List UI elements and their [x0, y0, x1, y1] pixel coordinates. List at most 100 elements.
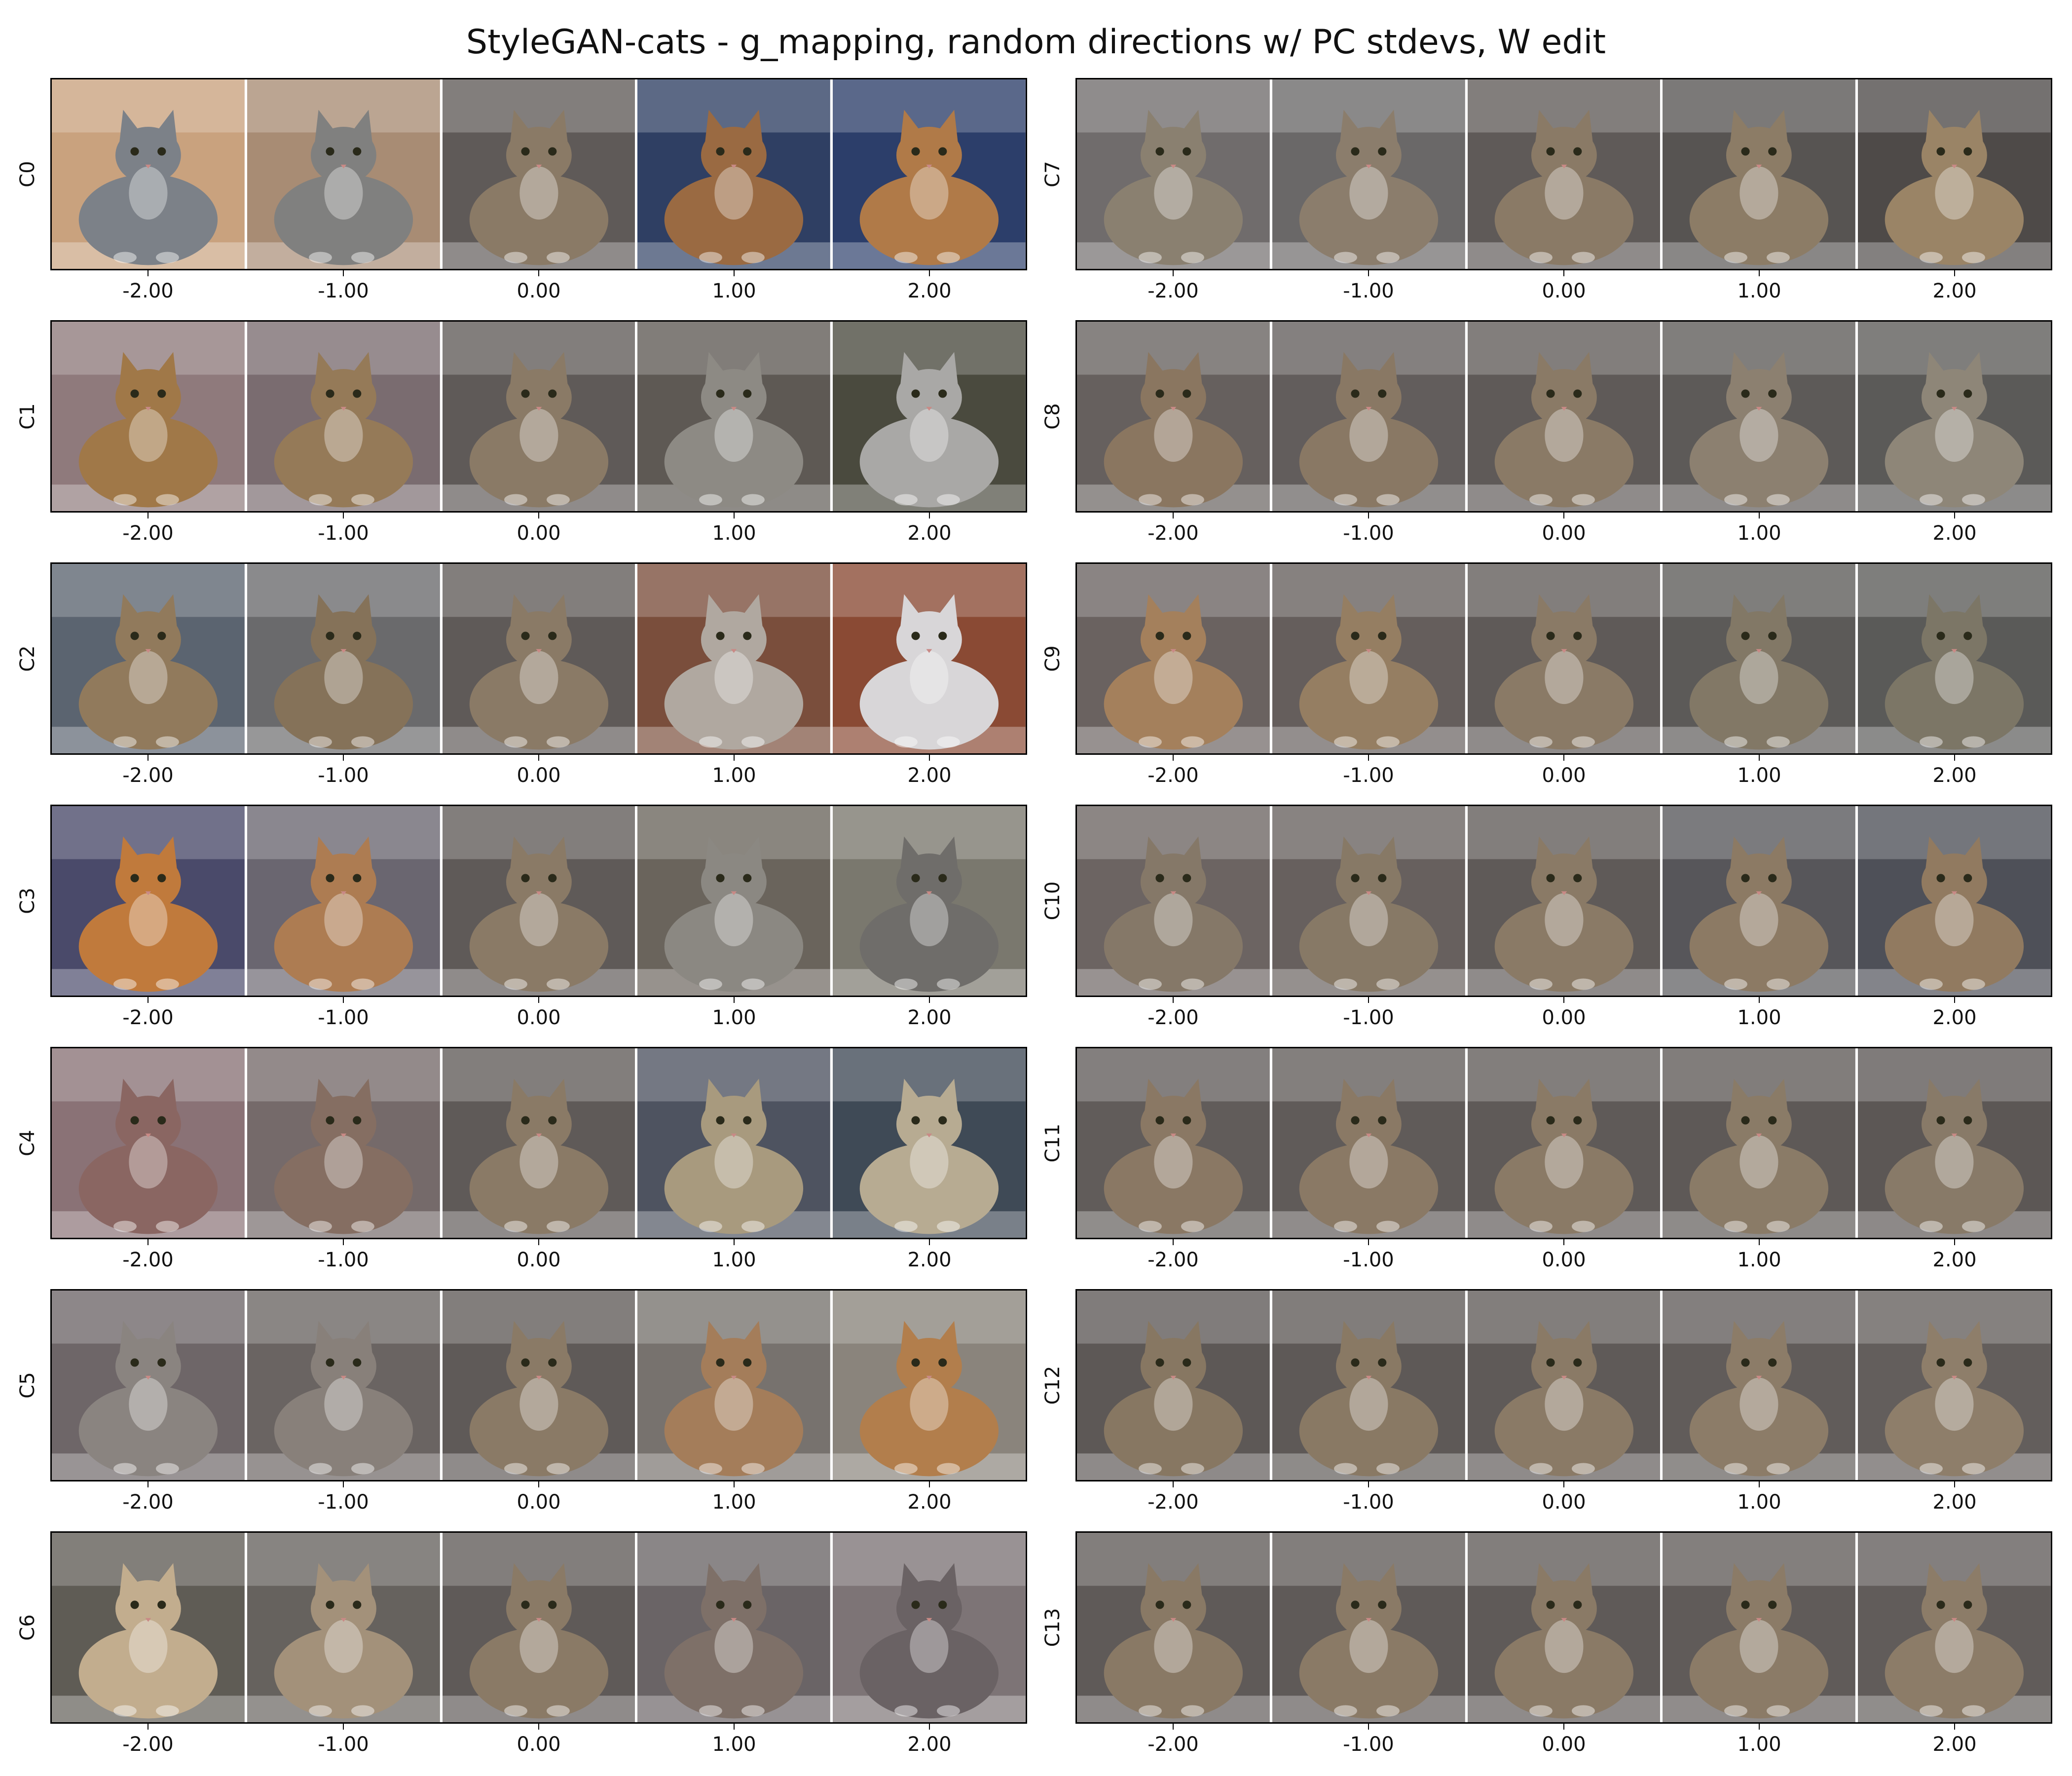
x-tick-mark: [1563, 1239, 1564, 1245]
image-cell: [440, 1533, 635, 1722]
x-tick-label: -2.00: [1147, 764, 1199, 787]
x-tick-label: 0.00: [517, 764, 561, 787]
image-cell: [830, 1291, 1026, 1480]
x-tick-mark: [1954, 513, 1955, 518]
image-cell: [1077, 1533, 1270, 1722]
x-tick-mark: [734, 1481, 735, 1487]
x-tick-label: 2.00: [1932, 1249, 1977, 1271]
image-cell: [244, 322, 440, 511]
x-tick-label: 2.00: [1932, 522, 1977, 545]
panel-c12: [1075, 1289, 2052, 1481]
x-tick-mark: [1759, 1481, 1760, 1487]
x-tick-label: 2.00: [907, 1733, 952, 1756]
image-cell: [1269, 322, 1465, 511]
image-cell: [244, 806, 440, 996]
panel-c11: [1075, 1047, 2052, 1239]
panel-c4: [50, 1047, 1027, 1239]
cat-image: [833, 322, 1026, 511]
image-cell: [1660, 1291, 1856, 1480]
image-cell: [52, 1291, 245, 1480]
cat-image: [247, 806, 440, 996]
x-tick-mark: [1173, 270, 1174, 276]
image-cell: [830, 1048, 1026, 1238]
image-cell: [440, 322, 635, 511]
image-cell: [52, 79, 245, 269]
cat-image: [52, 322, 245, 511]
x-tick-label: -1.00: [318, 1733, 369, 1756]
row-label-text: C10: [1041, 881, 1064, 921]
x-tick-label: 0.00: [1542, 1491, 1586, 1514]
image-cell: [1269, 564, 1465, 753]
x-tick-label: 0.00: [517, 1006, 561, 1029]
x-tick-label: 2.00: [907, 764, 952, 787]
cat-image: [247, 1291, 440, 1480]
image-cell: [1269, 1048, 1465, 1238]
x-tick-mark: [538, 755, 539, 761]
x-tick-mark: [538, 997, 539, 1003]
cat-image: [833, 1291, 1026, 1480]
image-cell: [1077, 322, 1270, 511]
image-cell: [1465, 1291, 1661, 1480]
image-cell: [1855, 322, 2051, 511]
cat-image: [1077, 1291, 1270, 1480]
cat-image: [442, 806, 635, 996]
cat-image: [1467, 1533, 1661, 1722]
image-cell: [52, 564, 245, 753]
x-tick-label: -2.00: [1147, 280, 1199, 302]
x-tick-label: 0.00: [517, 1249, 561, 1271]
x-tick-mark: [1563, 1481, 1564, 1487]
x-tick-label: -1.00: [1343, 1491, 1394, 1514]
x-tick-mark: [1173, 997, 1174, 1003]
cat-image: [1272, 1048, 1465, 1238]
x-tick-mark: [734, 513, 735, 518]
image-cell: [52, 1048, 245, 1238]
x-tick-label: -2.00: [1147, 522, 1199, 545]
image-cell: [1077, 806, 1270, 996]
image-cell: [52, 806, 245, 996]
image-cell: [1660, 1048, 1856, 1238]
cat-image: [247, 564, 440, 753]
cat-image: [247, 1048, 440, 1238]
x-tick-label: -2.00: [122, 280, 174, 302]
cat-image: [1858, 79, 2051, 269]
x-tick-mark: [538, 1481, 539, 1487]
x-tick-label: 1.00: [712, 764, 756, 787]
cat-image: [52, 79, 245, 269]
cat-image: [1077, 564, 1270, 753]
x-tick-mark: [538, 513, 539, 518]
row-label-text: C1: [16, 403, 39, 430]
x-tick-mark: [929, 1239, 930, 1245]
cat-image: [52, 1291, 245, 1480]
x-tick-mark: [734, 755, 735, 761]
image-cell: [830, 564, 1026, 753]
x-tick-mark: [734, 270, 735, 276]
cat-image: [637, 1291, 831, 1480]
cat-image: [1272, 1533, 1465, 1722]
cat-image: [1663, 806, 1856, 996]
x-tick-label: -1.00: [318, 280, 369, 302]
cat-image: [637, 564, 831, 753]
x-tick-mark: [1368, 1724, 1369, 1730]
cat-image: [637, 322, 831, 511]
cat-image: [1663, 1291, 1856, 1480]
cat-image: [1858, 322, 2051, 511]
row-label-text: C6: [16, 1614, 39, 1641]
x-tick-mark: [734, 997, 735, 1003]
x-tick-mark: [1173, 1239, 1174, 1245]
cat-image: [1858, 564, 2051, 753]
x-tick-mark: [1759, 270, 1760, 276]
panel-c2: [50, 562, 1027, 755]
image-cell: [1465, 79, 1661, 269]
image-cell: [1855, 1048, 2051, 1238]
cat-image: [247, 1533, 440, 1722]
panel-c13: [1075, 1531, 2052, 1724]
x-tick-mark: [929, 270, 930, 276]
cat-image: [1467, 1048, 1661, 1238]
x-tick-mark: [929, 997, 930, 1003]
cat-image: [1077, 806, 1270, 996]
x-tick-mark: [734, 1239, 735, 1245]
image-cell: [440, 1048, 635, 1238]
image-cell: [1855, 79, 2051, 269]
x-tick-label: 2.00: [1932, 1491, 1977, 1514]
image-cell: [440, 806, 635, 996]
